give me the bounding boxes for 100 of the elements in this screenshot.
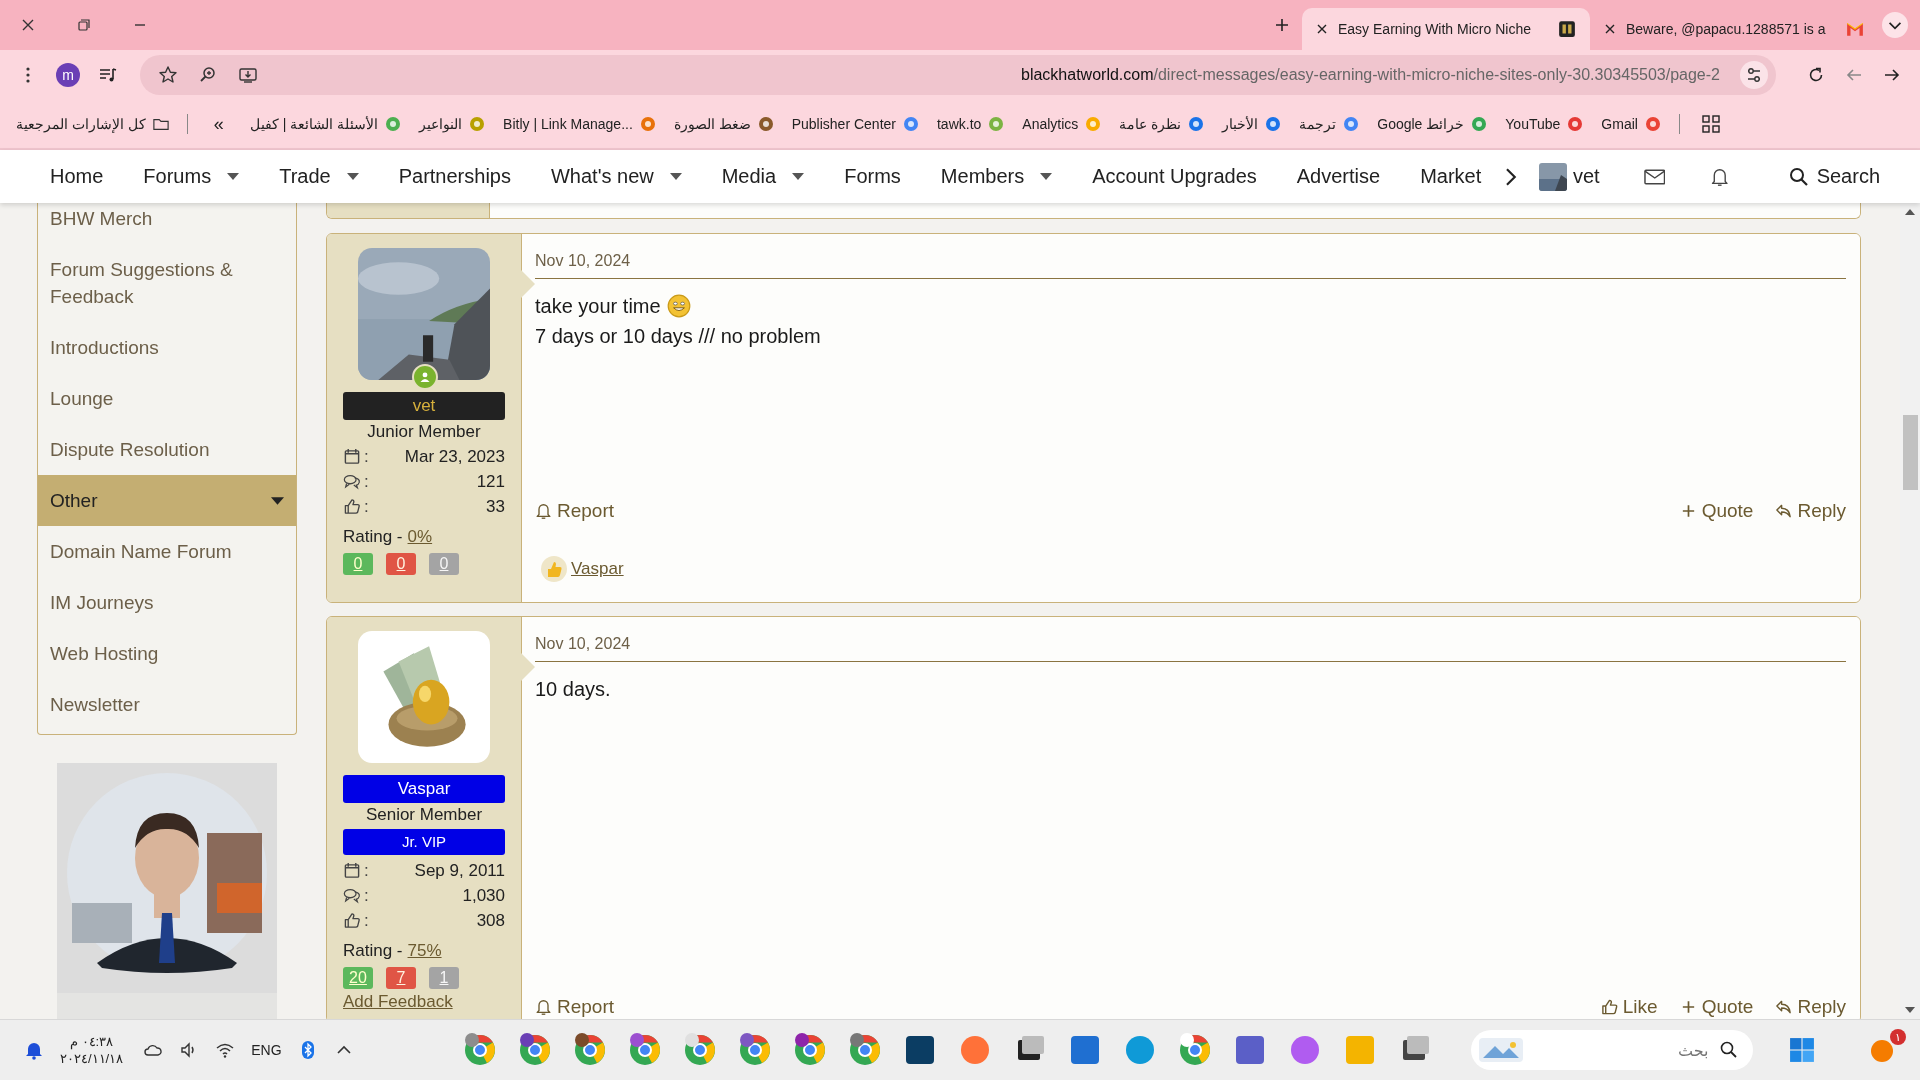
nav-item[interactable]: Forms	[824, 165, 921, 188]
messages-icon	[343, 473, 361, 490]
report-link[interactable]: Report	[535, 500, 615, 522]
rating-link[interactable]: 0%	[407, 527, 433, 547]
forum-link[interactable]: Forum Suggestions & Feedback	[38, 244, 296, 322]
address-bar[interactable]: blackhatworld.com/direct-messages/easy-earning-with-micro-niche-sites-only-30.30345503/page-2	[140, 55, 1776, 95]
bookmark[interactable]: Google خرائط	[1377, 116, 1488, 132]
bookmark[interactable]: الأخبار	[1222, 116, 1282, 132]
forum-link[interactable]: IM Journeys	[38, 577, 296, 628]
username[interactable]: Vaspar	[343, 775, 505, 803]
tab-search-icon[interactable]	[1882, 12, 1908, 38]
caret-icon[interactable]	[792, 172, 805, 181]
forum-link[interactable]: BHW Merch	[38, 203, 296, 244]
bookmark[interactable]: Bitly | Link Manage...	[503, 116, 656, 132]
add-feedback-link[interactable]: Add Feedback	[343, 992, 505, 1012]
quote-link[interactable]: Quote	[1679, 500, 1754, 522]
message-text: 7 days or 10 days /// no problem	[535, 324, 821, 349]
new-tab-icon[interactable]	[1274, 17, 1290, 33]
report-link[interactable]: Report	[535, 996, 615, 1018]
url-text[interactable]: blackhatworld.com/direct-messages/easy-earning-with-micro-niche-sites-only-30.30345503/page-2	[278, 66, 1720, 84]
stat-separator: :	[364, 496, 369, 517]
username[interactable]: vet	[343, 392, 505, 420]
more-bookmarks-button[interactable]: «	[205, 113, 232, 135]
bookmark[interactable]: الأسئلة الشائعة | كفيل	[249, 116, 402, 132]
feedback-count[interactable]: 0	[386, 553, 416, 575]
windows-logo-icon[interactable]	[1788, 1037, 1815, 1063]
user-title: Senior Member	[364, 804, 484, 826]
message-text: 10 days.	[535, 677, 611, 702]
forum-link[interactable]: Dispute Resolution	[38, 424, 296, 475]
liked-by-link[interactable]: Vaspar	[571, 559, 624, 579]
close-icon[interactable]	[1316, 23, 1328, 35]
browser-tab[interactable]: Beware, @papacu.1288571 is a	[1590, 8, 1878, 50]
favicon-icon	[1265, 116, 1282, 132]
favicon-icon	[903, 116, 919, 132]
rating-link[interactable]: 75%	[407, 941, 442, 961]
post-date[interactable]: Nov 10, 2024	[535, 252, 631, 270]
forum-link[interactable]: Web Hosting	[38, 628, 296, 679]
like-link[interactable]: Like	[1600, 996, 1658, 1018]
nav-item[interactable]: Members	[920, 165, 1073, 188]
forum-link[interactable]: Lounge	[38, 373, 296, 424]
close-icon[interactable]	[20, 17, 36, 33]
install-icon[interactable]	[238, 65, 258, 85]
bookmark[interactable]: YouTube	[1505, 116, 1584, 132]
caret-icon[interactable]	[669, 172, 682, 181]
all-bookmarks-button[interactable]: كل الإشارات المرجعية	[16, 116, 169, 132]
nav-item[interactable]: Trade	[259, 165, 379, 188]
reply-link[interactable]: Reply	[1775, 500, 1846, 522]
forum-link[interactable]: Domain Name Forum	[38, 526, 296, 577]
tune-icon[interactable]	[1740, 61, 1768, 89]
search-field[interactable]: بحث	[1530, 1039, 1711, 1061]
search-bar[interactable]: بحث	[1470, 1030, 1753, 1070]
restore-icon[interactable]	[76, 17, 92, 33]
reply-icon	[1775, 998, 1793, 1016]
forum-link[interactable]: Introductions	[38, 322, 296, 373]
favicon-icon	[757, 116, 774, 132]
browser-tab[interactable]: Easy Earning With Micro Niche	[1302, 8, 1590, 50]
bookmark[interactable]: ترجمة	[1299, 116, 1360, 132]
clock[interactable]: ٠٤:٣٨ م ٢٠٢٤/١١/١٨	[60, 1033, 124, 1067]
scroll-thumb[interactable]	[1902, 415, 1918, 490]
nav-item[interactable]: Account Upgrades	[1072, 165, 1277, 188]
chevron-right-icon[interactable]	[1505, 166, 1517, 187]
star-icon[interactable]	[158, 65, 178, 85]
user-menu[interactable]: vet	[1539, 162, 1600, 191]
forum-link[interactable]: Newsletter	[38, 679, 296, 730]
caret-icon[interactable]	[1040, 172, 1053, 181]
reply-icon	[1775, 502, 1793, 520]
bookmark[interactable]: Gmail	[1601, 116, 1661, 132]
bookmark[interactable]: نظرة عامة	[1119, 116, 1205, 132]
nav-item[interactable]: Home	[30, 165, 124, 188]
caret-icon[interactable]	[346, 172, 359, 181]
bookmark[interactable]: Analytics	[1022, 116, 1102, 132]
forum-link[interactable]: Other	[38, 475, 296, 526]
bookmark[interactable]: النواعير	[419, 116, 486, 132]
mail-icon[interactable]	[1643, 166, 1666, 187]
nav-item[interactable]: Advertise	[1276, 165, 1401, 188]
scroll-down-icon[interactable]	[1905, 1007, 1915, 1013]
profile-button[interactable]: m	[56, 63, 80, 87]
caret-icon[interactable]	[227, 172, 240, 181]
language-indicator[interactable]: ENG	[251, 1042, 282, 1058]
reply-link[interactable]: Reply	[1775, 996, 1846, 1018]
scroll-up-icon[interactable]	[1905, 209, 1915, 215]
bookmark[interactable]: Publisher Center	[791, 116, 919, 132]
apps-grid-icon[interactable]	[1701, 115, 1720, 133]
nav-item[interactable]: Market	[1400, 165, 1502, 188]
bookmark[interactable]: ضغط الصورة	[673, 116, 774, 132]
nav-item[interactable]: What's new	[530, 165, 702, 188]
quote-link[interactable]: Quote	[1679, 996, 1754, 1018]
post-date[interactable]: Nov 10, 2024	[535, 635, 631, 653]
favicon-icon	[1644, 116, 1661, 132]
search-button[interactable]: Search	[1788, 165, 1880, 188]
nav-item[interactable]: Partnerships	[378, 165, 531, 188]
thumbs-up-icon	[541, 556, 567, 582]
nav-item[interactable]: Forums	[123, 165, 260, 188]
notification-bell-icon[interactable]	[24, 1040, 44, 1060]
bookmark[interactable]: tawk.to	[937, 116, 1005, 132]
close-icon[interactable]	[1604, 23, 1616, 35]
caret-icon[interactable]	[271, 496, 284, 505]
bell-icon[interactable]	[1709, 166, 1731, 187]
search-icon	[1788, 166, 1809, 187]
nav-item[interactable]: Media	[701, 165, 825, 188]
